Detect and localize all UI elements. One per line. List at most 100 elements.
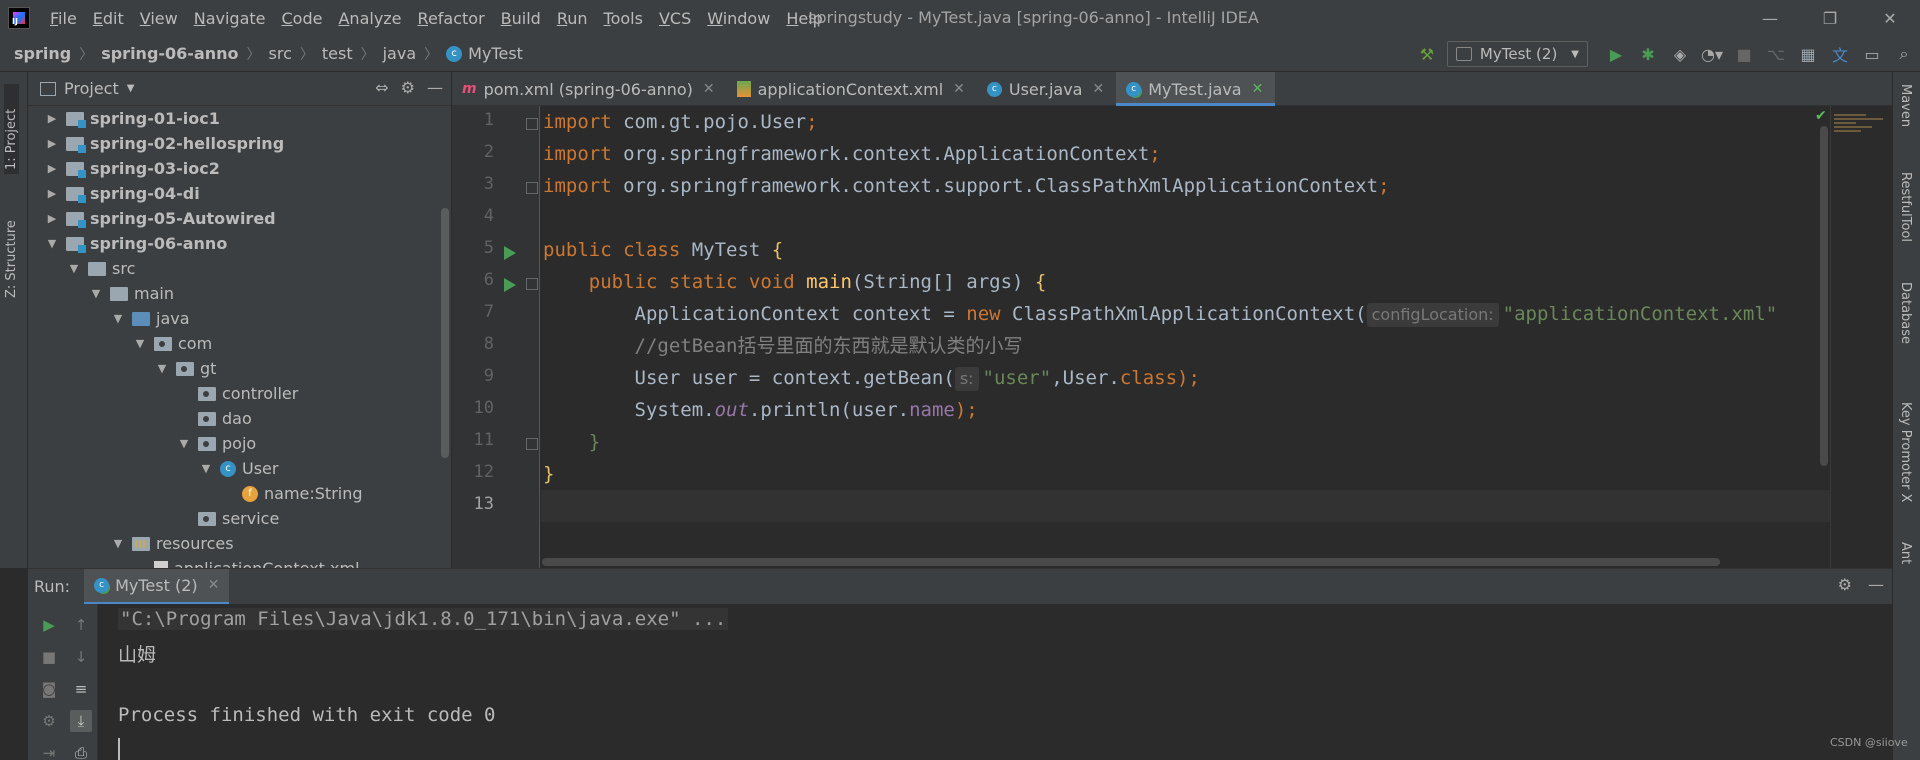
gear-icon[interactable]: ⚙ — [1838, 575, 1852, 594]
restfultool-tool-tab[interactable]: RestfulTool — [1898, 172, 1913, 242]
tree-item[interactable]: ▶ spring-04-di — [28, 181, 452, 206]
breadcrumb-test[interactable]: test — [322, 44, 353, 63]
tree-item[interactable]: ▶ spring-02-hellospring — [28, 131, 452, 156]
run-configuration-select[interactable]: MyTest (2) ▼ — [1446, 41, 1588, 67]
menu-code[interactable]: Code — [274, 9, 331, 28]
key-promoter-tool-tab[interactable]: Key Promoter X — [1898, 402, 1913, 502]
chevron-down-icon[interactable]: ▼ — [88, 287, 104, 300]
tree-item[interactable]: controller — [28, 381, 452, 406]
fold-icon[interactable] — [526, 182, 538, 194]
vcs-icon[interactable]: ⌥ — [1760, 38, 1792, 70]
chevron-down-icon[interactable]: ▼ — [176, 437, 192, 450]
close-tab-icon[interactable]: ✕ — [1092, 81, 1104, 97]
menu-tools[interactable]: Tools — [596, 9, 651, 28]
gear-icon[interactable]: ⚙ — [401, 78, 415, 97]
tab-user-java[interactable]: c User.java ✕ — [977, 72, 1116, 106]
scroll-to-end-icon[interactable]: ⤓ — [70, 710, 92, 732]
chevron-down-icon[interactable]: ▼ — [66, 262, 82, 275]
run-gutter-icon[interactable] — [504, 278, 516, 292]
chevron-down-icon[interactable]: ▼ — [110, 537, 126, 550]
close-tab-icon[interactable]: ✕ — [1252, 81, 1264, 97]
database-tool-tab[interactable]: Database — [1898, 282, 1913, 344]
tree-item[interactable]: f name:String — [28, 481, 452, 506]
coverage-icon[interactable]: ◈ — [1664, 38, 1696, 70]
soft-wrap-icon[interactable]: ≡ — [70, 678, 92, 700]
breadcrumb-java[interactable]: java — [383, 44, 417, 63]
translate-icon[interactable]: 文 — [1824, 38, 1856, 70]
restore-layout-icon[interactable]: ⚙ — [38, 710, 60, 732]
stop-icon[interactable]: ■ — [38, 646, 60, 668]
tab-application-context-xml[interactable]: applicationContext.xml ✕ — [727, 72, 977, 106]
hide-panel-icon[interactable]: — — [427, 78, 443, 97]
tree-item[interactable]: ▶ spring-05-Autowired — [28, 206, 452, 231]
breadcrumb-class[interactable]: MyTest — [468, 44, 523, 63]
hammer-icon[interactable]: ⚒ — [1411, 38, 1443, 70]
tree-item[interactable]: ▼ main — [28, 281, 452, 306]
inspection-ok-icon[interactable]: ✔ — [1815, 108, 1827, 124]
editor-horizontal-scrollbar[interactable] — [542, 558, 1720, 566]
tree-item[interactable]: service — [28, 506, 452, 531]
menu-vcs[interactable]: VCS — [651, 9, 699, 28]
menu-window[interactable]: Window — [699, 9, 778, 28]
chevron-right-icon[interactable]: ▶ — [44, 187, 60, 200]
code-minimap[interactable] — [1834, 112, 1888, 146]
rerun-icon[interactable]: ▶ — [38, 614, 60, 636]
close-tab-icon[interactable]: ✕ — [208, 577, 220, 593]
structure-tool-tab[interactable]: Z: Structure — [4, 188, 19, 298]
run-gutter-icon[interactable] — [504, 246, 516, 260]
tree-item[interactable]: ▼ gt — [28, 356, 452, 381]
tree-item[interactable]: ▼ resources — [28, 531, 452, 556]
chevron-down-icon[interactable]: ▼ — [132, 337, 148, 350]
scroll-down-icon[interactable]: ↓ — [70, 646, 92, 668]
fold-icon[interactable] — [526, 278, 538, 290]
camera-icon[interactable]: ◙ — [38, 678, 60, 700]
fold-icon[interactable] — [526, 438, 538, 450]
tab-mytest-java[interactable]: c MyTest.java ✕ — [1116, 72, 1276, 106]
minimize-button[interactable]: — — [1740, 0, 1800, 36]
tree-item[interactable]: ▼ com — [28, 331, 452, 356]
tree-item[interactable]: ▼ spring-06-anno — [28, 231, 452, 256]
breadcrumb-project[interactable]: spring — [14, 44, 71, 63]
scroll-up-icon[interactable]: ↑ — [70, 614, 92, 636]
maven-tool-tab[interactable]: Maven — [1898, 84, 1913, 127]
close-tab-icon[interactable]: ✕ — [953, 81, 965, 97]
close-tab-icon[interactable]: ✕ — [703, 81, 715, 97]
run-console[interactable]: "C:\Program Files\Java\jdk1.8.0_171\bin\… — [98, 604, 1892, 760]
tree-item[interactable]: applicationContext.xml — [28, 556, 452, 568]
chevron-down-icon[interactable]: ▼ — [44, 237, 60, 250]
chevron-right-icon[interactable]: ▶ — [44, 137, 60, 150]
project-tree-scrollbar[interactable] — [441, 208, 449, 458]
tree-item[interactable]: ▶ spring-01-ioc1 — [28, 106, 452, 131]
menu-run[interactable]: Run — [549, 9, 596, 28]
collapse-all-icon[interactable]: ⇔ — [375, 78, 388, 97]
project-structure-icon[interactable]: ▦ — [1792, 38, 1824, 70]
login-icon[interactable]: ⇥ — [38, 742, 60, 760]
breadcrumb-src[interactable]: src — [269, 44, 292, 63]
chevron-down-icon[interactable]: ▼ — [154, 362, 170, 375]
menu-refactor[interactable]: Refactor — [410, 9, 493, 28]
chevron-down-icon[interactable]: ▼ — [110, 312, 126, 325]
tree-item[interactable]: ▼ java — [28, 306, 452, 331]
menu-view[interactable]: View — [132, 9, 186, 28]
print-icon[interactable]: ⎙ — [70, 742, 92, 760]
tree-item[interactable]: ▶ spring-03-ioc2 — [28, 156, 452, 181]
tree-item[interactable]: ▼ pojo — [28, 431, 452, 456]
ant-tool-tab[interactable]: Ant — [1898, 542, 1913, 564]
code-editor[interactable]: import com.gt.pojo.User; import org.spri… — [541, 106, 1831, 568]
menu-edit[interactable]: Edit — [85, 9, 132, 28]
project-tool-tab[interactable]: 1: Project — [4, 84, 19, 174]
menu-file[interactable]: File — [42, 9, 85, 28]
profile-icon[interactable]: ◔▾ — [1696, 38, 1728, 70]
restore-button[interactable]: ❐ — [1800, 0, 1860, 36]
tree-item[interactable]: dao — [28, 406, 452, 431]
chevron-right-icon[interactable]: ▶ — [44, 212, 60, 225]
debug-icon[interactable]: ✱ — [1632, 38, 1664, 70]
tab-pom-xml[interactable]: m pom.xml (spring-06-anno) ✕ — [452, 72, 727, 106]
chevron-right-icon[interactable]: ▶ — [44, 112, 60, 125]
hide-panel-icon[interactable]: — — [1868, 575, 1884, 594]
breadcrumb-module[interactable]: spring-06-anno — [101, 44, 238, 63]
close-button[interactable]: ✕ — [1860, 0, 1920, 36]
layout-icon[interactable]: ▭ — [1856, 38, 1888, 70]
chevron-right-icon[interactable]: ▶ — [44, 162, 60, 175]
menu-navigate[interactable]: Navigate — [186, 9, 274, 28]
